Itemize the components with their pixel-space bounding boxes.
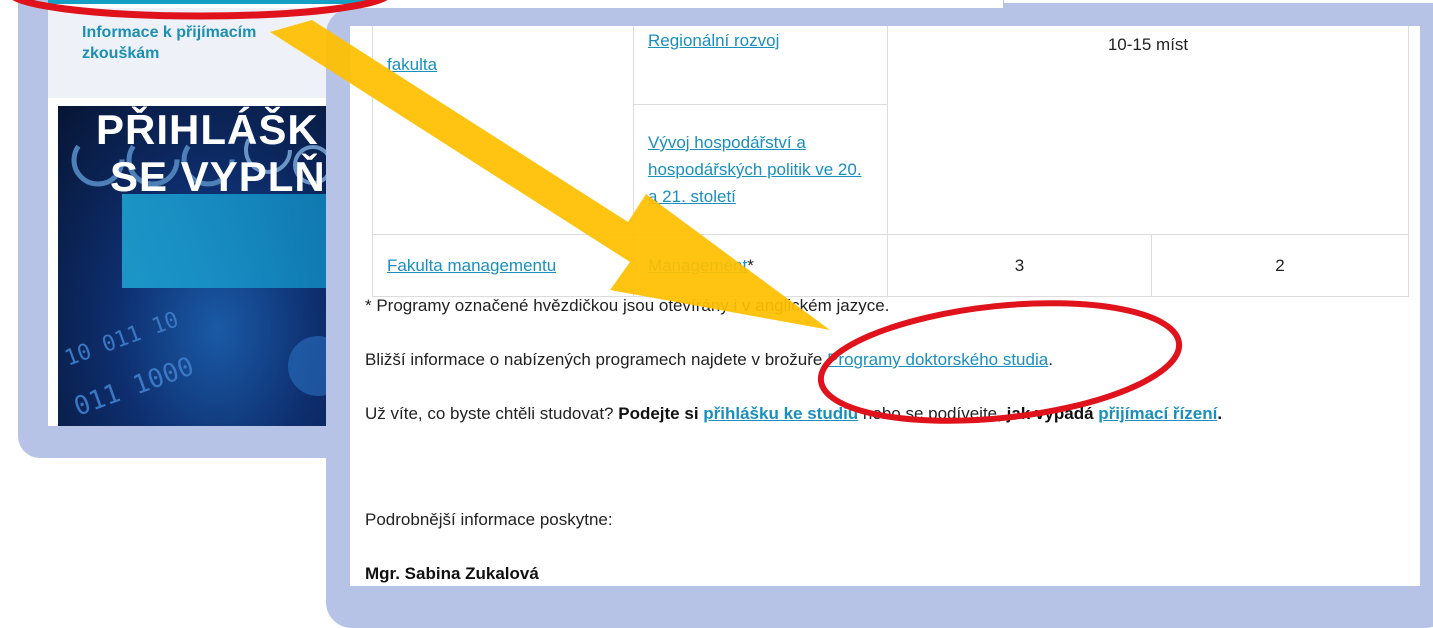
brochure-end: .	[1048, 350, 1053, 369]
application-link[interactable]: přihlášku ke studiu	[703, 404, 858, 423]
cta-paragraph: Už víte, co byste chtěli studovat? Podej…	[365, 404, 1222, 424]
places-value: 10-15 míst	[1107, 35, 1189, 54]
brochure-paragraph: Bližší informace o nabízených programech…	[365, 350, 1053, 370]
brochure-link[interactable]: Programy doktorského studia	[827, 350, 1048, 369]
program-link-regional[interactable]: Regionální rozvoj	[648, 31, 779, 50]
cta-end: .	[1217, 404, 1223, 423]
cta-text: Už víte, co byste chtěli studovat?	[365, 404, 619, 423]
table-cell-program: Regionální rozvoj	[633, 26, 888, 105]
faculty-link[interactable]: fakulta	[387, 55, 437, 74]
value-3: 3	[1014, 255, 1025, 275]
table-cell-value: 2	[1151, 234, 1409, 297]
faculty-link-management[interactable]: Fakulta managementu	[387, 256, 556, 275]
table-cell-program: Management*	[633, 234, 888, 297]
program-link-economy-history[interactable]: Vývoj hospodářství a hospodářských polit…	[648, 129, 868, 210]
admission-process-link[interactable]: přijímací řízení	[1098, 404, 1217, 423]
table-row: Fakulta managementu Management* 3 2	[372, 234, 1409, 297]
table-cell-faculty: Fakulta managementu	[372, 234, 634, 297]
table-cell-faculty: fakulta	[372, 26, 634, 235]
contact-intro: Podrobnější informace poskytne:	[365, 510, 613, 529]
cta-bold-text-2: , jak vypadá	[997, 404, 1099, 423]
promo-headline-band	[122, 194, 348, 288]
cta-mid-text: nebo se podívejte	[858, 404, 998, 423]
binary-digits-decoration: 10 011 10 011 1000	[62, 307, 348, 423]
cta-bold-text: Podejte si	[618, 404, 704, 423]
active-tab-indicator	[48, 0, 368, 4]
table-cell-program: Vývoj hospodářství a hospodářských polit…	[633, 104, 888, 235]
table-cell-value: 3	[887, 234, 1152, 297]
program-link-management[interactable]: Management	[648, 256, 747, 275]
table-row: fakulta Regionální rozvoj 10-15 míst	[372, 26, 1409, 235]
background-panel-edge	[1004, 0, 1433, 3]
table-cell-places: 10-15 míst	[887, 26, 1409, 235]
promo-headline-line2: SE VYPLŇ	[110, 153, 326, 200]
promo-headline-line1: PŘIHLÁŠK	[96, 106, 319, 153]
english-note: * Programy označené hvězdičkou jsou otev…	[365, 296, 890, 315]
english-mark: *	[747, 255, 754, 275]
value-2: 2	[1275, 255, 1285, 275]
sidebar-link-admission-exams[interactable]: Informace k přijímacím zkouškám	[82, 22, 302, 64]
front-panel: fakulta Regionální rozvoj 10-15 míst Výv…	[350, 26, 1420, 586]
contact-name: Mgr. Sabina Zukalová	[365, 564, 539, 583]
programs-table: fakulta Regionální rozvoj 10-15 míst Výv…	[372, 26, 1409, 297]
brochure-text: Bližší informace o nabízených programech…	[365, 350, 828, 369]
